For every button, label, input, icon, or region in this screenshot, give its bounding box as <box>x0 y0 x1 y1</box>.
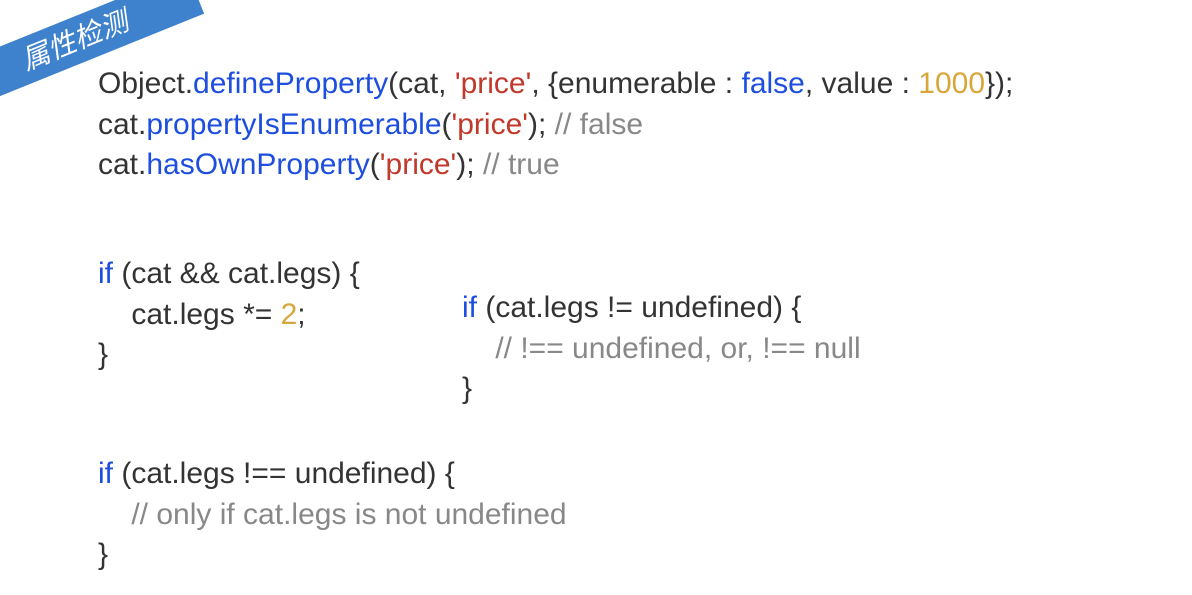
code-line: // only if cat.legs is not undefined <box>98 495 567 536</box>
t: ( <box>370 148 380 181</box>
method: hasOwnProperty <box>146 148 369 181</box>
t: ); <box>528 108 555 141</box>
code-line: Object.defineProperty(cat, 'price', {enu… <box>98 64 1013 105</box>
t: , value : <box>805 67 918 100</box>
string: 'price' <box>452 108 528 141</box>
t: (cat, <box>388 67 455 100</box>
code-line: } <box>462 369 861 410</box>
code-line: // !== undefined, or, !== null <box>462 329 861 370</box>
kw: false <box>741 67 804 100</box>
kw: if <box>462 291 477 324</box>
comment: // !== undefined, or, !== null <box>495 332 860 365</box>
t: ( <box>442 108 452 141</box>
string: 'price' <box>455 67 531 100</box>
snippet-2: if (cat && cat.legs) { cat.legs *= 2; } <box>98 254 360 376</box>
t: }); <box>985 67 1013 100</box>
t: cat. <box>98 148 146 181</box>
code-line: if (cat && cat.legs) { <box>98 254 360 295</box>
t <box>98 498 131 531</box>
t <box>462 332 495 365</box>
t: , {enumerable : <box>531 67 741 100</box>
t: Object. <box>98 67 193 100</box>
kw: if <box>98 257 113 290</box>
comment: // only if cat.legs is not undefined <box>131 498 566 531</box>
kw: if <box>98 457 113 490</box>
method: propertyIsEnumerable <box>146 108 441 141</box>
t: (cat.legs !== undefined) { <box>113 457 455 490</box>
code-line: cat.hasOwnProperty('price'); // true <box>98 145 1013 186</box>
comment: // true <box>483 148 560 181</box>
method: defineProperty <box>193 67 388 100</box>
t: (cat.legs != undefined) { <box>477 291 801 324</box>
comment: // false <box>555 108 643 141</box>
code-line: } <box>98 535 567 576</box>
code-line: cat.legs *= 2; <box>98 295 360 336</box>
t: ); <box>456 148 483 181</box>
code-line: if (cat.legs !== undefined) { <box>98 454 567 495</box>
t: cat. <box>98 108 146 141</box>
t: (cat && cat.legs) { <box>113 257 360 290</box>
num: 1000 <box>918 67 985 100</box>
code-line: cat.propertyIsEnumerable('price'); // fa… <box>98 105 1013 146</box>
snippet-4: if (cat.legs !== undefined) { // only if… <box>98 454 567 576</box>
num: 2 <box>281 298 298 331</box>
t: ; <box>297 298 305 331</box>
code-line: if (cat.legs != undefined) { <box>462 288 861 329</box>
snippet-1: Object.defineProperty(cat, 'price', {enu… <box>98 64 1013 186</box>
string: 'price' <box>380 148 456 181</box>
snippet-3: if (cat.legs != undefined) { // !== unde… <box>462 288 861 410</box>
t: cat.legs *= <box>98 298 281 331</box>
code-line: } <box>98 335 360 376</box>
